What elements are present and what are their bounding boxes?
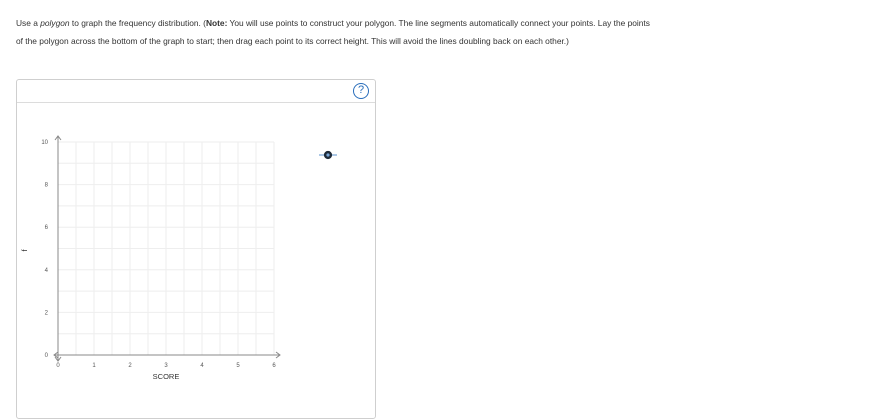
x-tick-label: 2: [128, 363, 132, 369]
instructions-part2: to graph the frequency distribution. (: [69, 18, 206, 28]
instructions-text: Use a polygon to graph the frequency dis…: [16, 14, 656, 50]
y-axis-title: f: [20, 249, 29, 252]
x-tick-label: 3: [164, 363, 168, 369]
y-tick-label: 4: [45, 268, 49, 274]
graph-grid: [57, 141, 275, 356]
x-tick-labels: 0 1 2 3 4 5 6: [56, 363, 276, 369]
x-tick-label: 4: [200, 363, 204, 369]
x-tick-label: 6: [272, 363, 276, 369]
x-tick-label: 1: [92, 363, 96, 369]
y-tick-label: 0: [45, 353, 49, 359]
y-tick-label: 10: [41, 140, 48, 146]
x-tick-label: 0: [56, 363, 60, 369]
y-tick-label: 6: [45, 225, 49, 231]
instructions-polygon-word: polygon: [40, 18, 70, 28]
point-tool-dot-center: [326, 153, 330, 157]
y-tick-labels: 0 2 4 6 8 10: [41, 140, 48, 359]
y-tick-label: 2: [45, 310, 49, 316]
point-tool-icon[interactable]: [319, 150, 337, 160]
x-axis-title: SCORE: [153, 372, 180, 381]
graph-panel: ? 0123456 0 2 4 6 8 10 SCORE f: [16, 79, 376, 419]
y-tick-label: 8: [45, 183, 49, 189]
instructions-part1: Use a: [16, 18, 41, 28]
instructions-note-word: Note:: [205, 18, 228, 28]
x-tick-label: 5: [236, 363, 240, 369]
frequency-polygon-graph[interactable]: 0 1 2 3 4 5 6 0 2 4 6 8 10 SCORE f: [17, 80, 375, 410]
